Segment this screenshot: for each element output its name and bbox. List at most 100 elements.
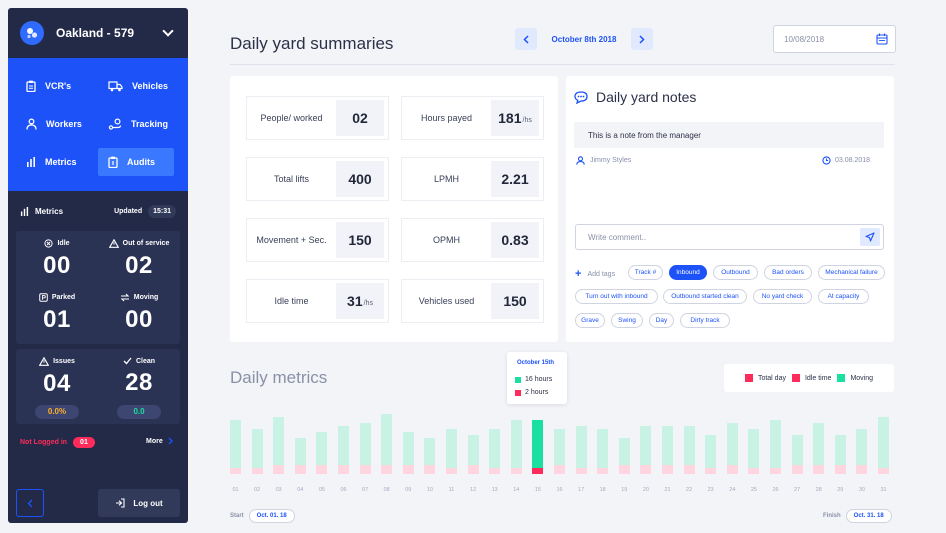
location-selector[interactable]: Oakland - 579 <box>8 8 188 58</box>
bar-total-07[interactable] <box>359 423 371 465</box>
bar-idle-03[interactable] <box>273 465 285 474</box>
bar-total-29[interactable] <box>834 435 846 465</box>
bar-idle-19[interactable] <box>618 465 630 474</box>
bar-total-28[interactable] <box>813 423 825 465</box>
bar-total-06[interactable] <box>338 426 349 465</box>
add-tags-button[interactable]: + Add tags <box>575 268 615 280</box>
bar-idle-30[interactable] <box>856 465 868 474</box>
moving-swatch <box>515 376 521 383</box>
date-input-value: 10/08/2018 <box>784 34 825 44</box>
manager-note: This is a note from the manager <box>574 122 884 148</box>
bar-total-01[interactable] <box>230 420 241 468</box>
bar-idle-07[interactable] <box>359 465 371 474</box>
bar-total-19[interactable] <box>618 438 630 465</box>
tag-no-yard-check[interactable]: No yard check <box>753 289 812 304</box>
nav-item-audits[interactable]: Audits <box>98 148 174 176</box>
not-logged-in[interactable]: Not Logged in 01 <box>20 437 95 448</box>
tag-at-capacity[interactable]: At capacity <box>818 289 869 304</box>
bar-total-05[interactable] <box>316 432 328 465</box>
bar-idle-11[interactable] <box>446 468 457 474</box>
bar-total-22[interactable] <box>683 426 695 465</box>
bar-total-27[interactable] <box>791 435 803 465</box>
bar-total-13[interactable] <box>489 429 501 468</box>
bar-idle-16[interactable] <box>554 465 565 474</box>
bar-idle-27[interactable] <box>791 465 803 474</box>
tag-turn-out-with-inbound[interactable]: Turn out with inbound <box>575 289 658 304</box>
bar-total-09[interactable] <box>402 432 414 465</box>
nav-label: Metrics <box>45 157 77 167</box>
tag-outbound-started-clean[interactable]: Outbound started clean <box>663 289 747 304</box>
bar-total-25[interactable] <box>748 429 760 468</box>
bar-idle-18[interactable] <box>597 468 609 474</box>
bar-idle-05[interactable] <box>316 465 328 474</box>
date-picker-input[interactable]: 10/08/2018 <box>773 25 896 53</box>
bar-total-03[interactable] <box>273 417 285 465</box>
finish-date-pill[interactable]: Oct. 31. 18 <box>845 509 892 523</box>
bar-idle-23[interactable] <box>705 468 717 474</box>
bar-total-17[interactable] <box>575 426 587 468</box>
bar-total-11[interactable] <box>446 429 457 468</box>
bar-total-08[interactable] <box>381 414 393 465</box>
bar-total-18[interactable] <box>597 429 609 468</box>
bar-idle-04[interactable] <box>294 465 306 474</box>
bar-idle-08[interactable] <box>381 465 393 474</box>
collapse-sidebar-button[interactable] <box>16 489 44 517</box>
bar-idle-01[interactable] <box>230 468 241 474</box>
tag-swing[interactable]: Swing <box>611 313 643 328</box>
tag-dirty-track[interactable]: Dirty track <box>680 313 730 328</box>
bar-idle-17[interactable] <box>575 468 587 474</box>
bar-idle-22[interactable] <box>683 465 695 474</box>
previous-day-button[interactable] <box>515 28 537 50</box>
next-day-button[interactable] <box>631 28 653 50</box>
bar-total-31[interactable] <box>878 417 889 468</box>
start-date-pill[interactable]: Oct. 01. 18 <box>248 509 295 523</box>
logout-button[interactable]: Log out <box>98 489 180 517</box>
bar-idle-13[interactable] <box>489 468 501 474</box>
nav-item-metrics[interactable]: Metrics <box>16 148 92 176</box>
bar-idle-21[interactable] <box>662 465 673 474</box>
tag-outbound[interactable]: Outbound <box>713 265 758 280</box>
bar-total-23[interactable] <box>705 435 717 468</box>
bar-total-16[interactable] <box>554 429 565 465</box>
calendar-icon[interactable] <box>876 33 888 45</box>
bar-total-24[interactable] <box>726 423 738 465</box>
bar-idle-29[interactable] <box>834 465 846 474</box>
bar-total-12[interactable] <box>467 435 479 465</box>
bar-total-26[interactable] <box>770 420 781 468</box>
nav-item-workers[interactable]: Workers <box>16 110 92 138</box>
bar-total-04[interactable] <box>294 438 306 465</box>
tag-day[interactable]: Day <box>649 313 674 328</box>
tag-bad-orders[interactable]: Bad orders <box>764 265 812 280</box>
bar-idle-25[interactable] <box>748 468 760 474</box>
bar-total-15[interactable] <box>532 420 544 468</box>
bar-total-21[interactable] <box>662 426 673 465</box>
bar-idle-09[interactable] <box>402 465 414 474</box>
bar-total-10[interactable] <box>424 438 436 465</box>
bar-idle-15[interactable] <box>532 468 544 474</box>
bar-total-02[interactable] <box>251 429 263 468</box>
bar-idle-06[interactable] <box>338 465 349 474</box>
chevron-down-icon[interactable] <box>162 25 174 37</box>
bar-idle-24[interactable] <box>726 465 738 474</box>
bar-total-30[interactable] <box>856 429 868 465</box>
bar-idle-31[interactable] <box>878 468 889 474</box>
bar-idle-14[interactable] <box>510 468 522 474</box>
bar-idle-26[interactable] <box>770 468 781 474</box>
tag-track[interactable]: Track # <box>628 265 663 280</box>
bar-idle-02[interactable] <box>251 468 263 474</box>
bar-idle-10[interactable] <box>424 465 436 474</box>
nav-item-tracking[interactable]: Tracking <box>98 110 174 138</box>
nav-item-vehicles[interactable]: Vehicles <box>98 72 174 100</box>
send-comment-button[interactable] <box>860 228 880 246</box>
nav-item-vcrs[interactable]: VCR's <box>16 72 92 100</box>
comment-input[interactable]: Write comment.. <box>575 224 884 250</box>
tag-mechanical-failure[interactable]: Mechanical failure <box>818 265 885 280</box>
more-link[interactable]: More <box>146 437 173 445</box>
tag-inbound[interactable]: Inbound <box>669 265 707 280</box>
tag-grave[interactable]: Grave <box>575 313 605 328</box>
bar-idle-12[interactable] <box>467 465 479 474</box>
bar-idle-20[interactable] <box>640 465 652 474</box>
bar-total-14[interactable] <box>510 420 522 468</box>
bar-total-20[interactable] <box>640 426 652 465</box>
bar-idle-28[interactable] <box>813 465 825 474</box>
